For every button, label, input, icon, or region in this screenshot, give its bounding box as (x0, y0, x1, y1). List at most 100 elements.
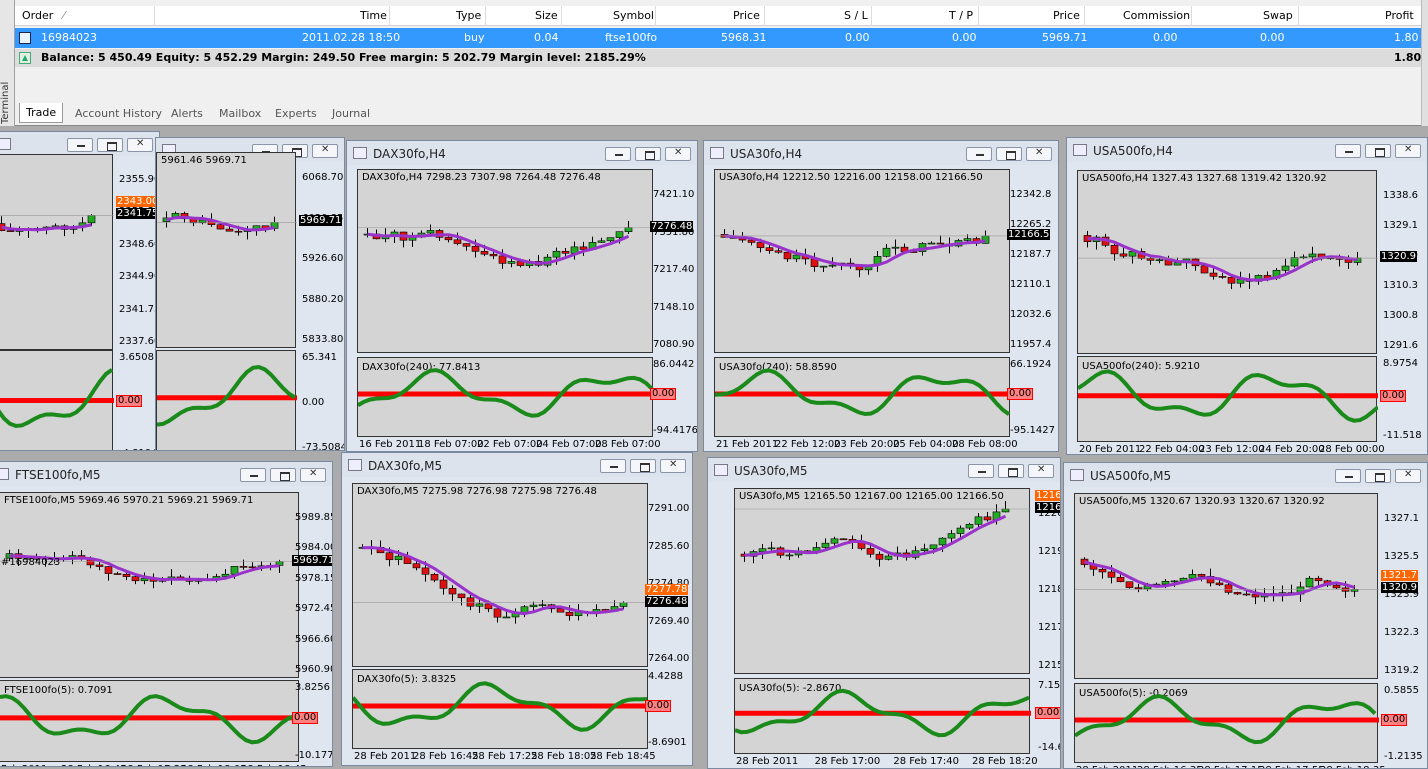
tab-mailbox[interactable]: Mailbox (213, 104, 267, 124)
minimize-icon[interactable] (67, 138, 93, 152)
tab-account-history[interactable]: Account History (69, 104, 168, 124)
close-icon[interactable] (312, 144, 338, 158)
candlestick-series (0, 549, 300, 589)
close-icon[interactable] (300, 468, 326, 482)
maximize-icon[interactable] (1365, 469, 1391, 483)
close-icon[interactable] (1395, 469, 1421, 483)
close-icon[interactable] (1395, 144, 1421, 158)
chart-titlebar[interactable]: USA500fo,M5 (1064, 463, 1427, 487)
chart-titlebar[interactable]: USA30fo,H4 (704, 141, 1058, 165)
price-chart[interactable]: FTSE100fo,M5 5969.46 5970.21 5969.21 596… (0, 492, 300, 678)
maximize-icon[interactable] (996, 147, 1022, 161)
close-icon[interactable] (660, 459, 686, 473)
indicator-axis-label: -4.8194 (119, 448, 158, 450)
chart-window-w1[interactable]: 2355.902352.302348.602344.902341.752337.… (0, 131, 160, 451)
maximize-icon[interactable] (630, 459, 656, 473)
col-type[interactable]: Type (456, 9, 481, 22)
chart-window-icon (353, 147, 367, 159)
tab-alerts[interactable]: Alerts (165, 104, 209, 124)
maximize-icon[interactable] (270, 468, 296, 482)
minimize-icon[interactable] (240, 468, 266, 482)
price-chart[interactable]: USA500fo,H4 1327.43 1327.68 1319.42 1320… (1077, 170, 1378, 354)
indicator-panel[interactable] (0, 350, 114, 450)
order-row[interactable]: 16984023 2011.02.28 18:50 buy 0.04 ftse1… (15, 28, 1421, 48)
candle-body (1110, 244, 1119, 255)
minimize-icon[interactable] (605, 147, 631, 161)
chart-window-w8[interactable]: USA30fo,M5 USA30fo,M5 12165.50 12167.00 … (707, 457, 1061, 769)
close-icon[interactable] (665, 147, 691, 161)
price-axis-label: 2348.60 (119, 238, 160, 250)
price-axis-label: 5926.60 (302, 253, 344, 264)
chart-titlebar[interactable]: FTSE100fo,M5 (0, 462, 332, 486)
price-chart[interactable] (0, 154, 114, 350)
col-profit[interactable]: Profit (1385, 9, 1414, 22)
chart-window-w5[interactable]: USA500fo,H4 USA500fo,H4 1327.43 1327.68 … (1066, 137, 1428, 455)
minimize-icon[interactable] (1335, 144, 1361, 158)
minimize-icon[interactable] (1335, 469, 1361, 483)
oscillator-series (0, 694, 300, 745)
col-swap[interactable]: Swap (1263, 9, 1293, 22)
chart-window-w6[interactable]: FTSE100fo,M5 FTSE100fo,M5 5969.46 5970.2… (0, 461, 333, 767)
tab-trade[interactable]: Trade (19, 103, 64, 123)
minimize-icon[interactable] (600, 459, 626, 473)
order-size: 0.04 (534, 31, 559, 44)
time-axis-label: 20 Feb 2011 (1079, 444, 1142, 455)
close-icon[interactable] (127, 138, 153, 152)
tab-experts[interactable]: Experts (269, 104, 323, 124)
candle-body (765, 247, 774, 252)
terminal-scrollbar[interactable] (1421, 0, 1428, 126)
time-axis-label: 28 Feb 18:20 (972, 756, 1038, 767)
chart-title: DAX30fo,M5 (368, 459, 443, 473)
maximize-icon[interactable] (1365, 144, 1391, 158)
indicator-panel[interactable]: USA30fo(240): 58.8590 (714, 357, 1011, 437)
col-order[interactable]: Order (22, 9, 53, 22)
close-icon[interactable] (1026, 147, 1052, 161)
indicator-panel[interactable] (156, 350, 297, 450)
chart-window-w4[interactable]: USA30fo,H4 USA30fo,H4 12212.50 12216.00 … (703, 140, 1059, 452)
indicator-panel[interactable]: USA30fo(5): -2.8670 (734, 678, 1031, 754)
price-chart[interactable]: USA30fo,H4 12212.50 12216.00 12158.00 12… (714, 169, 1011, 353)
candle-body (882, 247, 891, 257)
maximize-icon[interactable] (998, 464, 1024, 478)
col-price2[interactable]: Price (1053, 9, 1080, 22)
chart-titlebar[interactable]: USA500fo,H4 (1067, 138, 1427, 162)
chart-window-w9[interactable]: USA500fo,M5 USA500fo,M5 1320.67 1320.93 … (1063, 462, 1428, 769)
col-time[interactable]: Time (360, 9, 387, 22)
chart-window-w7[interactable]: DAX30fo,M5 DAX30fo,M5 7275.98 7276.98 72… (341, 452, 693, 766)
price-chart[interactable]: 5961.46 5969.71 (156, 152, 297, 348)
indicator-panel[interactable]: USA500fo(5): -0.2069 (1074, 683, 1379, 763)
indicator-panel[interactable]: DAX30fo(240): 77.8413 (357, 357, 654, 437)
chart-titlebar[interactable]: USA30fo,M5 (708, 458, 1060, 482)
indicator-panel[interactable]: USA500fo(240): 5.9210 (1077, 356, 1378, 442)
candle-body (430, 573, 439, 581)
chart-titlebar[interactable]: DAX30fo,M5 (342, 453, 692, 477)
col-size[interactable]: Size (535, 9, 558, 22)
candle-body (792, 254, 801, 260)
maximize-icon[interactable] (97, 138, 123, 152)
indicator-panel[interactable]: FTSE100fo(5): 0.7091 (0, 680, 300, 762)
chart-titlebar[interactable]: DAX30fo,H4 (347, 141, 697, 165)
col-symbol[interactable]: Symbol (613, 9, 654, 22)
candle-body (875, 553, 884, 560)
minimize-icon[interactable] (968, 464, 994, 478)
col-price[interactable]: Price (733, 9, 760, 22)
minimize-icon[interactable] (966, 147, 992, 161)
price-chart[interactable]: USA500fo,M5 1320.67 1320.93 1320.67 1320… (1074, 493, 1379, 679)
close-icon[interactable] (1028, 464, 1054, 478)
indicator-panel[interactable]: DAX30fo(5): 3.8325 (352, 669, 649, 749)
price-chart[interactable]: DAX30fo,H4 7298.23 7307.98 7264.48 7276.… (357, 169, 654, 353)
col-commission[interactable]: Commission (1123, 9, 1190, 22)
tab-journal[interactable]: Journal (326, 104, 376, 124)
chart-window-w3[interactable]: DAX30fo,H4 DAX30fo,H4 7298.23 7307.98 72… (346, 140, 698, 452)
candle-body (113, 573, 122, 575)
price-chart[interactable]: USA30fo,M5 12165.50 12167.00 12165.00 12… (734, 488, 1031, 674)
chart-titlebar[interactable] (0, 132, 159, 156)
price-axis-label: 2344.90 (119, 271, 160, 283)
chart-window-w2[interactable]: 5961.46 5969.71 6068.706020.855926.60588… (155, 137, 345, 451)
col-tp[interactable]: T / P (949, 9, 973, 22)
maximize-icon[interactable] (635, 147, 661, 161)
current-price-tag: 12166.5 (1035, 502, 1060, 513)
col-sl[interactable]: S / L (844, 9, 868, 22)
price-chart[interactable]: DAX30fo,M5 7275.98 7276.98 7275.98 7276.… (352, 483, 649, 667)
candle-body (866, 548, 875, 555)
